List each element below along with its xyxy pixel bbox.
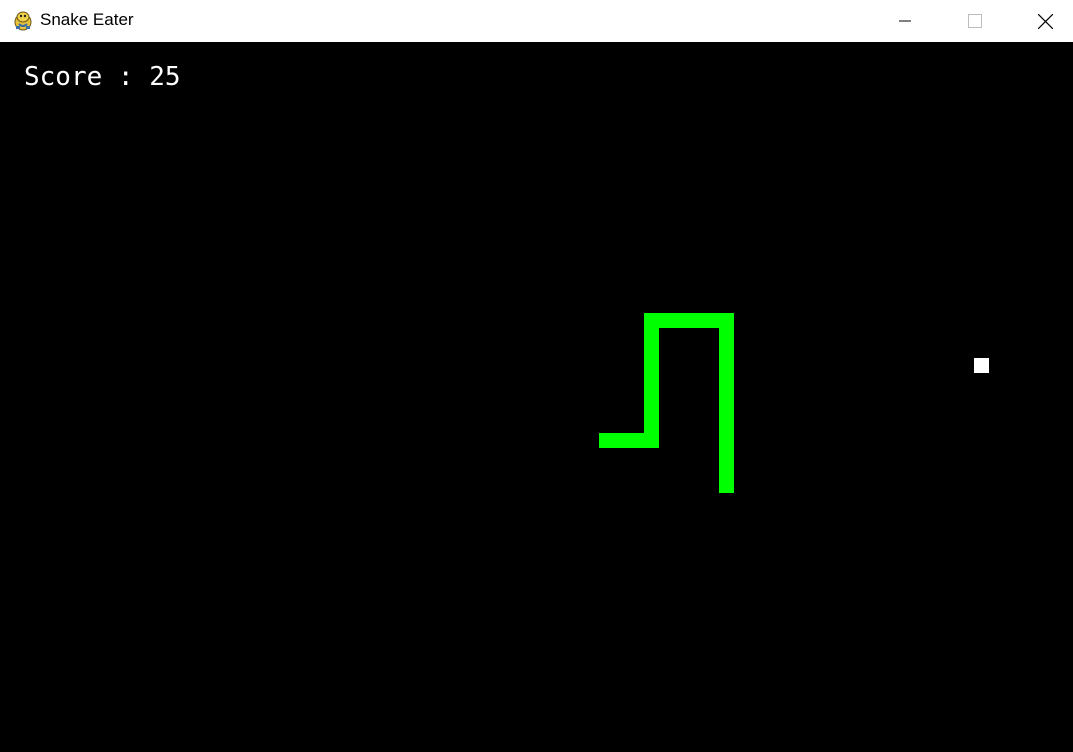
minimize-icon [899,20,911,22]
game-window: Snake Eater Score : 25 [0,0,1073,752]
minimize-button[interactable] [870,0,940,42]
maximize-button[interactable] [940,0,1010,42]
snake-head-segment [719,313,734,493]
window-title: Snake Eater [40,10,134,29]
score-label: Score : 25 [24,62,181,92]
snake-body-segment [644,313,659,448]
title-bar[interactable]: Snake Eater [0,0,1073,42]
close-icon [1037,13,1053,29]
maximize-icon [968,14,982,28]
close-button[interactable] [1010,0,1073,42]
pygame-snake-icon [14,11,32,31]
food-pellet [974,358,989,373]
game-canvas[interactable]: Score : 25 [0,42,1073,752]
